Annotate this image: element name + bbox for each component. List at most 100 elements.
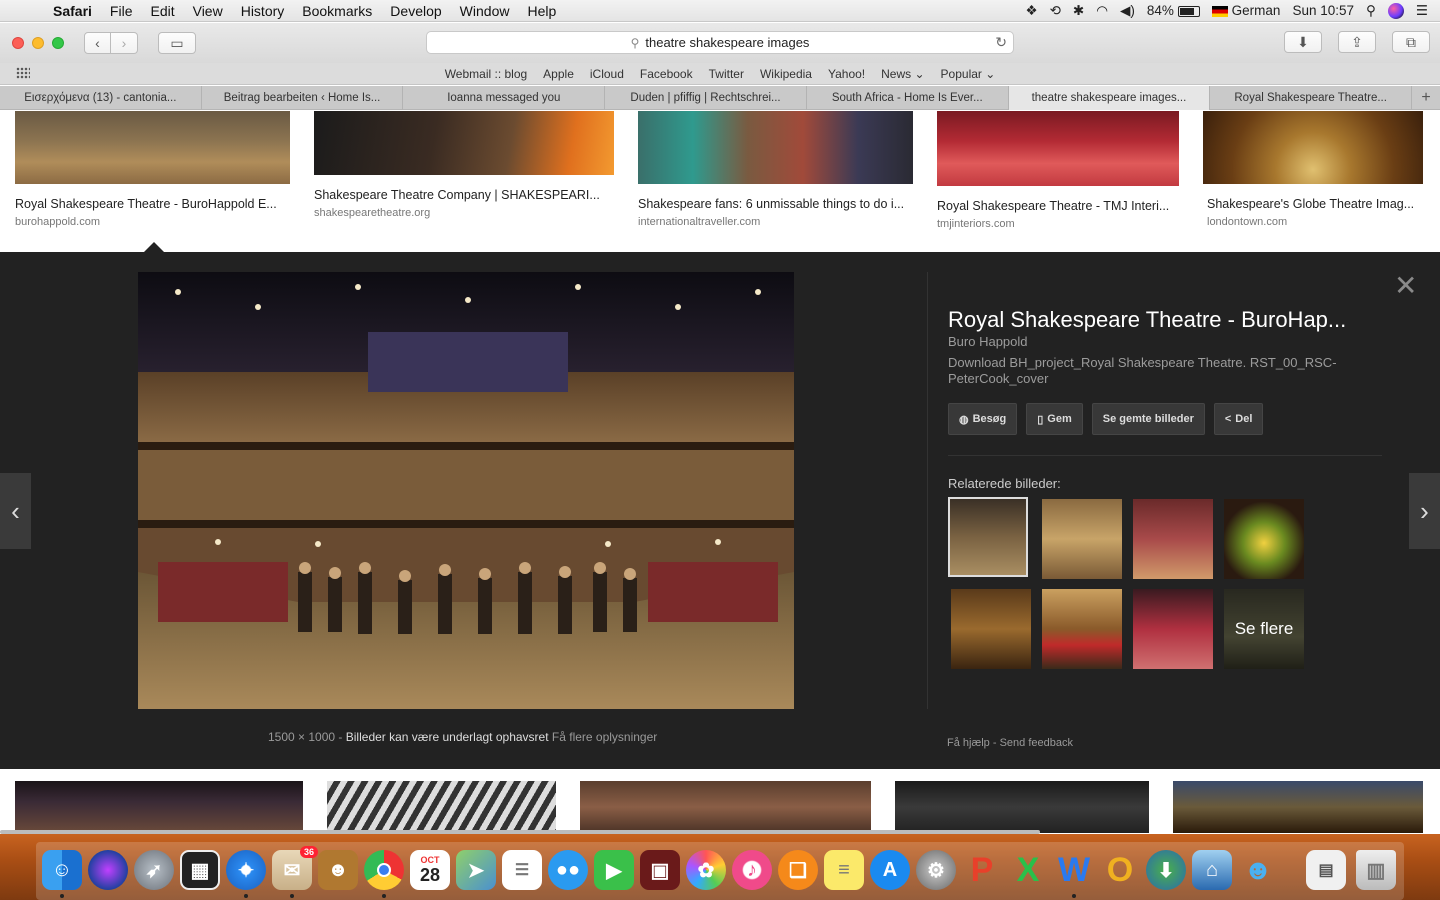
siri-icon[interactable] — [1387, 2, 1404, 19]
favorite-apple[interactable]: Apple — [535, 67, 582, 81]
menu-window[interactable]: Window — [451, 3, 519, 19]
wifi-icon[interactable]: ◠ — [1096, 3, 1108, 19]
tab-beitrag[interactable]: Beitrag bearbeiten ‹ Home Is... — [202, 86, 404, 110]
previous-image-button[interactable]: ‹ — [0, 473, 31, 549]
menu-edit[interactable]: Edit — [141, 3, 183, 19]
menu-file[interactable]: File — [101, 3, 142, 19]
time-machine-icon[interactable]: ⟲ — [1050, 3, 1061, 19]
result-title[interactable]: Royal Shakespeare Theatre - TMJ Interi..… — [937, 199, 1179, 213]
messages-icon[interactable]: ●● — [548, 850, 588, 890]
favorite-news-folder[interactable]: News ⌄ — [873, 67, 932, 81]
result-thumbnail[interactable] — [580, 781, 871, 833]
downloads-button[interactable]: ⬇ — [1284, 31, 1322, 53]
reminders-icon[interactable]: ☰ — [502, 850, 542, 890]
more-info-link[interactable]: Få flere oplysninger — [552, 730, 657, 744]
send-feedback-link[interactable]: Send feedback — [1000, 737, 1073, 749]
word-icon[interactable]: W — [1054, 850, 1094, 890]
tab-overview-button[interactable]: ⧉ — [1392, 31, 1430, 53]
close-window-button[interactable] — [12, 37, 24, 49]
image-result[interactable]: Shakespeare's Globe Theatre Imag... lond… — [1203, 111, 1423, 228]
favorite-wikipedia[interactable]: Wikipedia — [752, 67, 820, 81]
system-preferences-icon[interactable]: ⚙ — [916, 850, 956, 890]
help-link[interactable]: Få hjælp — [947, 737, 990, 749]
zoom-window-button[interactable] — [52, 37, 64, 49]
sidebar-toggle-button[interactable]: ▭ — [158, 32, 196, 54]
result-thumbnail[interactable] — [15, 781, 303, 833]
result-title[interactable]: Shakespeare fans: 6 unmissable things to… — [638, 197, 913, 211]
favorite-webmail[interactable]: Webmail :: blog — [437, 67, 535, 81]
favorite-popular-folder[interactable]: Popular ⌄ — [933, 67, 1004, 81]
result-thumbnail[interactable] — [314, 111, 614, 175]
battery-status[interactable]: 84% — [1147, 3, 1200, 18]
menu-develop[interactable]: Develop — [381, 3, 450, 19]
address-bar[interactable]: ⚲ theatre shakespeare images ↻ — [426, 31, 1014, 54]
outlook-icon[interactable]: O — [1100, 850, 1140, 890]
dashboard-icon[interactable]: ▦ — [180, 850, 220, 890]
related-image[interactable] — [1133, 499, 1213, 579]
calendar-icon[interactable]: OCT 28 — [410, 850, 450, 890]
powerpoint-icon[interactable]: P — [962, 850, 1002, 890]
top-sites-grid-icon[interactable] — [16, 67, 30, 79]
remote-desktop-icon[interactable]: ⌂ — [1192, 850, 1232, 890]
image-result[interactable]: Royal Shakespeare Theatre - BuroHappold … — [15, 111, 290, 228]
forward-button[interactable]: › — [111, 32, 138, 54]
result-thumbnail[interactable] — [937, 111, 1179, 186]
downloads-stack-icon[interactable]: ▤ — [1306, 850, 1346, 890]
see-more-related[interactable]: Se flere — [1224, 589, 1304, 669]
favorite-icloud[interactable]: iCloud — [582, 67, 632, 81]
tab-ioanna[interactable]: Ioanna messaged you — [403, 86, 606, 110]
clock[interactable]: Sun 10:57 — [1292, 3, 1354, 18]
notes-icon[interactable]: ≡ — [824, 850, 864, 890]
favorite-twitter[interactable]: Twitter — [701, 67, 752, 81]
new-tab-button[interactable]: + — [1412, 86, 1440, 109]
close-preview-button[interactable]: ✕ — [1394, 272, 1417, 300]
siri-icon[interactable] — [88, 850, 128, 890]
related-image[interactable] — [951, 589, 1031, 669]
spotlight-search-icon[interactable]: ⚲ — [1366, 3, 1376, 19]
bluetooth-icon[interactable]: ✱ — [1073, 3, 1084, 19]
image-result[interactable]: Shakespeare Theatre Company | SHAKESPEAR… — [314, 111, 614, 219]
facetime-icon[interactable]: ▶ — [594, 850, 634, 890]
preview-title[interactable]: Royal Shakespeare Theatre - BuroHap... — [948, 307, 1346, 333]
contacts-icon[interactable]: ☻ — [318, 850, 358, 890]
tab-royal-shakespeare[interactable]: Royal Shakespeare Theatre... — [1210, 86, 1413, 110]
launchpad-icon[interactable]: ➶ — [134, 850, 174, 890]
image-result[interactable]: Shakespeare fans: 6 unmissable things to… — [638, 111, 913, 228]
tab-inbox[interactable]: Εισερχόμενα (13) - cantonia... — [0, 86, 202, 110]
lync-icon[interactable]: ☻ — [1238, 850, 1278, 890]
next-image-button[interactable]: › — [1409, 473, 1440, 549]
result-title[interactable]: Shakespeare Theatre Company | SHAKESPEAR… — [314, 188, 614, 202]
result-thumbnail[interactable] — [15, 111, 290, 184]
notification-center-icon[interactable]: ☰ — [1416, 3, 1428, 19]
excel-icon[interactable]: X — [1008, 850, 1048, 890]
volume-icon[interactable]: ◀) — [1120, 3, 1135, 19]
menu-view[interactable]: View — [184, 3, 232, 19]
chrome-icon[interactable] — [364, 850, 404, 890]
dropbox-icon[interactable]: ❖ — [1025, 3, 1037, 19]
itunes-icon[interactable]: ♪ — [732, 850, 772, 890]
result-title[interactable]: Shakespeare's Globe Theatre Imag... — [1203, 197, 1423, 211]
favorite-yahoo[interactable]: Yahoo! — [820, 67, 873, 81]
related-image[interactable] — [1042, 589, 1122, 669]
favorite-facebook[interactable]: Facebook — [632, 67, 701, 81]
result-title[interactable]: Royal Shakespeare Theatre - BuroHappold … — [15, 197, 290, 211]
network-globe-icon[interactable]: ⬇ — [1146, 850, 1186, 890]
photo-booth-icon[interactable]: ▣ — [640, 850, 680, 890]
save-button[interactable]: ▯ Gem — [1026, 403, 1083, 435]
preview-image[interactable] — [138, 272, 794, 709]
input-source[interactable]: German — [1211, 3, 1280, 18]
menu-history[interactable]: History — [232, 3, 294, 19]
result-thumbnail[interactable] — [327, 781, 556, 833]
trash-icon[interactable]: ▥ — [1356, 850, 1396, 890]
photos-icon[interactable]: ✿ — [686, 850, 726, 890]
menu-safari[interactable]: Safari — [44, 3, 101, 19]
menu-help[interactable]: Help — [518, 3, 565, 19]
app-store-icon[interactable]: A — [870, 850, 910, 890]
visit-button[interactable]: ◍ Besøg — [948, 403, 1018, 435]
result-thumbnail[interactable] — [895, 781, 1149, 833]
menu-bookmarks[interactable]: Bookmarks — [293, 3, 381, 19]
safari-icon[interactable]: ✦ — [226, 850, 266, 890]
reload-icon[interactable]: ↻ — [995, 34, 1007, 51]
result-thumbnail[interactable] — [1173, 781, 1423, 833]
share-button[interactable]: ⇪ — [1338, 31, 1376, 53]
